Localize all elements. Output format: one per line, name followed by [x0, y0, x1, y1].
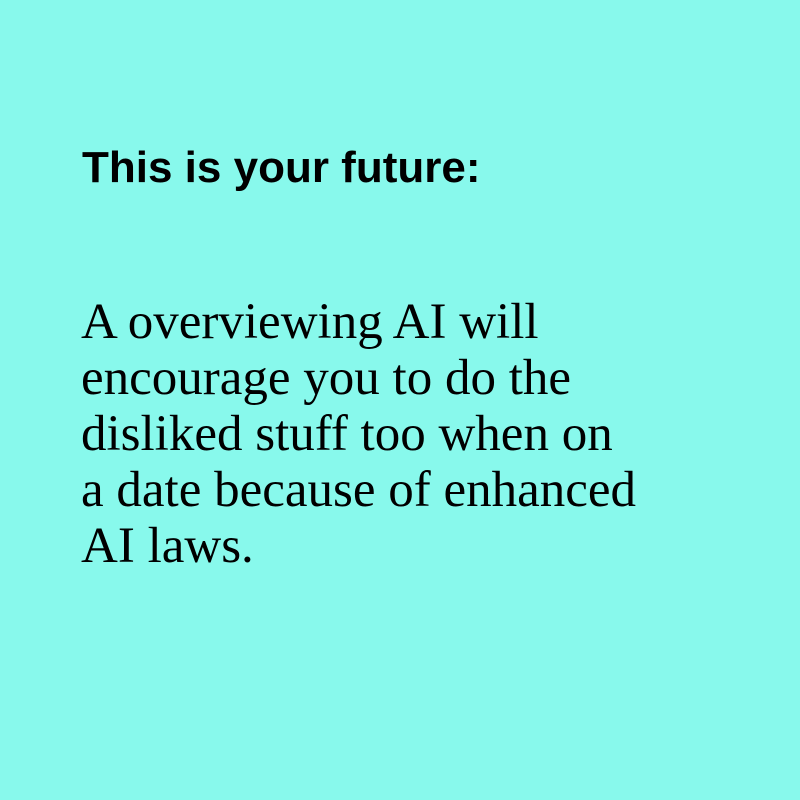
- body-text: A overviewing AI will encourage you to d…: [81, 294, 781, 574]
- body-line: disliked stuff too when on: [81, 406, 613, 462]
- body-line: AI laws.: [81, 518, 254, 574]
- slide-canvas: This is your future: A overviewing AI wi…: [0, 0, 800, 800]
- heading: This is your future:: [82, 143, 481, 192]
- body-line: encourage you to do the: [81, 350, 572, 406]
- body-line: A overviewing AI will: [81, 294, 539, 350]
- body-line: a date because of enhanced: [81, 462, 636, 518]
